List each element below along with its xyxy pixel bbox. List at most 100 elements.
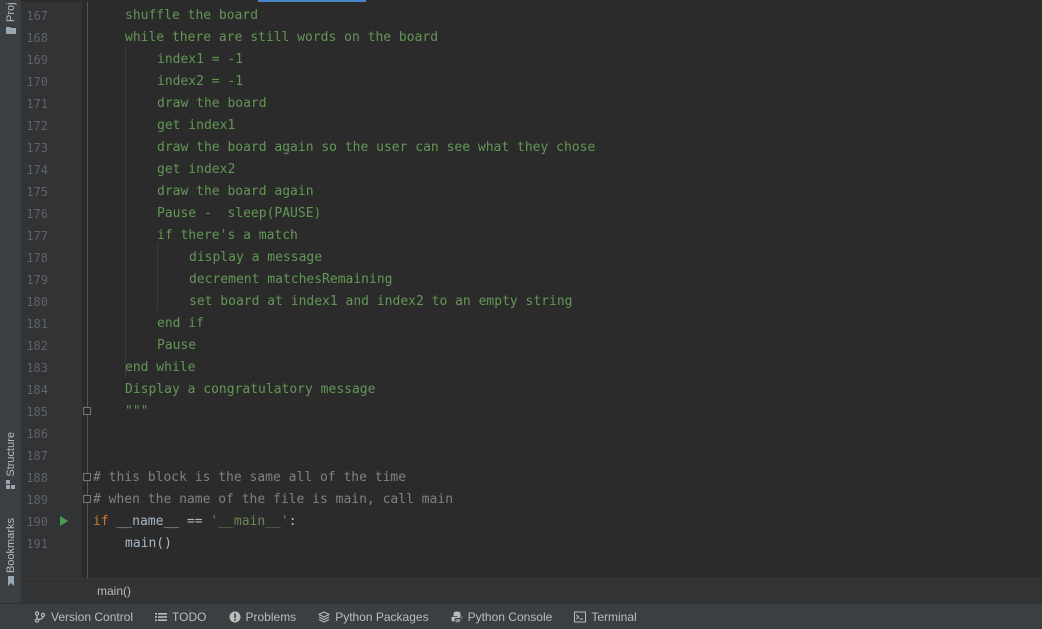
terminal-label: Terminal [591,610,637,624]
line-number: 190 [26,515,48,529]
python-packages-tab[interactable]: Python Packages [318,610,429,624]
line-number: 176 [26,207,48,221]
code-text: Pause [157,338,197,353]
code-text: draw the board again so the user can see… [157,140,596,155]
version-control-label: Version Control [51,610,134,624]
code-text: decrement matchesRemaining [189,272,393,287]
code-text: """ [125,404,149,419]
project-tab-label: Proj [4,2,17,22]
line-number: 181 [26,317,48,331]
folder-icon [5,27,16,34]
code-text: index1 = -1 [157,52,244,67]
bookmarks-tool-tab[interactable]: Bookmarks [0,518,21,587]
code-line: 167 shuffle the board [22,5,1042,27]
info-icon [229,611,240,623]
line-number: 182 [26,339,48,353]
version-control-tab[interactable]: Version Control [34,610,133,624]
code-line: 169 index1 = -1 [22,49,1042,71]
code-line: 180 set board at index1 and index2 to an … [22,291,1042,313]
terminal-tab[interactable]: Terminal [574,610,637,624]
list-icon [155,613,168,621]
code-text: if there's a match [157,228,298,243]
code-text: main() [125,536,172,551]
bookmarks-tab-label: Bookmarks [4,518,17,574]
code-line: 187 [22,445,1042,467]
ide-window: Proj Structure Bookmarks 167 shuffle the … [0,0,1042,629]
code-text: index2 = -1 [157,74,244,89]
keyword-if: if [93,514,109,529]
line-number: 170 [26,75,48,89]
code-text: end if [157,316,204,331]
layers-icon [318,611,331,623]
code-line: 174 get index2 [22,159,1042,181]
breadcrumb-bar: main() [22,578,1042,604]
code-text: shuffle the board [125,8,259,23]
code-text: end while [125,360,196,375]
line-number: 174 [26,163,48,177]
line-number: 184 [26,383,48,397]
code-line: 176 Pause - sleep(PAUSE) [22,203,1042,225]
comment-text: # when the name of the file is main, cal… [93,492,454,507]
code-text: display a message [189,250,323,265]
code-text: while there are still words on the board [125,30,439,45]
code-line: 183 end while [22,357,1042,379]
code-text: get index2 [157,162,236,177]
bottom-tool-bar: Version Control TODO Problems Python Pac… [0,603,1042,629]
line-number: 178 [26,251,48,265]
code-text: draw the board again [157,184,314,199]
structure-tool-tab[interactable]: Structure [0,432,21,490]
code-line: 178 display a message [22,247,1042,269]
comment-text: # this block is the same all of the time [93,470,407,485]
todo-label: TODO [172,610,207,624]
line-number: 186 [26,427,48,441]
code-line: 170 index2 = -1 [22,71,1042,93]
left-tool-strip: Proj Structure Bookmarks [0,0,22,603]
code-line: 182 Pause [22,335,1042,357]
structure-icon [5,479,15,489]
code-expression: __name__ == [108,514,211,529]
todo-tab[interactable]: TODO [155,610,207,624]
code-line: 181 end if [22,313,1042,335]
line-number: 185 [26,405,48,419]
code-line: 186 [22,423,1042,445]
line-number: 179 [26,273,48,287]
code-line: 184 Display a congratulatory message [22,379,1042,401]
code-line: 189 # when the name of the file is main, … [22,489,1042,511]
line-number: 177 [26,229,48,243]
code-line: 179 decrement matchesRemaining [22,269,1042,291]
code-text: draw the board [157,96,267,111]
line-number: 183 [26,361,48,375]
branch-icon [34,611,46,623]
code-line: 188 # this block is the same all of the t… [22,467,1042,489]
bookmark-icon [7,576,14,587]
project-tool-tab[interactable]: Proj [0,0,21,35]
line-number: 167 [26,9,48,23]
code-editor[interactable]: 167 shuffle the board 168 while there are … [22,2,1042,578]
python-console-tab[interactable]: Python Console [451,610,553,624]
code-line: 191 main() [22,533,1042,555]
problems-label: Problems [245,610,297,624]
code-colon: : [288,514,297,529]
code-text: Display a congratulatory message [125,382,376,397]
line-number: 191 [26,537,48,551]
code-line: 185 """ [22,401,1042,423]
problems-tab[interactable]: Problems [229,610,297,624]
code-text: set board at index1 and index2 to an emp… [189,294,573,309]
code-line: 171 draw the board [22,93,1042,115]
python-console-label: Python Console [467,610,553,624]
code-text: if __name__ == '__main__': [93,511,297,533]
line-number: 171 [26,97,48,111]
line-number: 168 [26,31,48,45]
python-packages-label: Python Packages [335,610,429,624]
code-line: 175 draw the board again [22,181,1042,203]
code-line: 177 if there's a match [22,225,1042,247]
breadcrumb[interactable]: main() [97,584,131,598]
code-line: 168 while there are still words on the bo… [22,27,1042,49]
line-number: 175 [26,185,48,199]
line-number: 172 [26,119,48,133]
line-number: 169 [26,53,48,67]
line-number: 188 [26,471,48,485]
line-number: 187 [26,449,48,463]
code-text: get index1 [157,118,236,133]
code-line: 172 get index1 [22,115,1042,137]
